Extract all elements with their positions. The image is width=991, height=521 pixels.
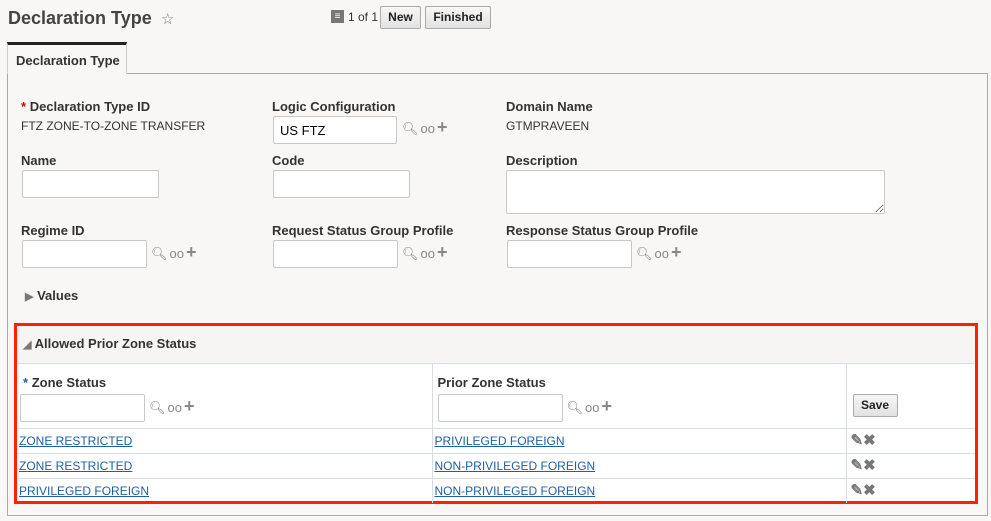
- delete-x-icon[interactable]: ✖: [863, 482, 876, 499]
- table-row: PRIVILEGED FOREIGN NON-PRIVILEGED FOREIG…: [17, 478, 975, 503]
- table-row: ZONE RESTRICTED NON-PRIVILEGED FOREIGN ✎…: [17, 453, 975, 479]
- code-input[interactable]: [273, 170, 410, 198]
- search-icon[interactable]: 🔍︎: [402, 121, 419, 137]
- add-icon[interactable]: +: [601, 397, 612, 415]
- response-status-actions: 🔍︎ oo +: [636, 243, 684, 262]
- prior-zone-status-header: Prior Zone Status: [437, 375, 546, 390]
- logic-configuration-label: Logic Configuration: [272, 99, 396, 114]
- domain-name-value: GTMPRAVEEN: [506, 119, 590, 133]
- view-glasses-icon[interactable]: oo: [585, 400, 599, 415]
- section-header[interactable]: ◢ Allowed Prior Zone Status: [17, 326, 975, 364]
- name-label: Name: [21, 153, 57, 168]
- delete-x-icon[interactable]: ✖: [863, 432, 876, 449]
- zone-status-input[interactable]: [20, 394, 145, 422]
- prior-zone-status-link[interactable]: NON-PRIVILEGED FOREIGN: [435, 484, 596, 498]
- declaration-type-id-value: FTZ ZONE-TO-ZONE TRANSFER: [21, 119, 206, 133]
- add-icon[interactable]: +: [186, 243, 197, 261]
- record-list-icon[interactable]: ≡: [331, 10, 344, 23]
- search-icon[interactable]: 🔍︎: [402, 246, 419, 262]
- record-pager: 1 of 1: [348, 10, 379, 24]
- zone-status-header: * Zone Status: [23, 375, 107, 390]
- new-button[interactable]: New: [380, 6, 421, 29]
- table-header-row: * Zone Status 🔍︎ oo + Prior Zone Status 🔍︎…: [17, 364, 975, 429]
- search-icon[interactable]: 🔍︎: [151, 246, 168, 262]
- description-textarea[interactable]: [506, 170, 885, 214]
- view-glasses-icon[interactable]: oo: [655, 246, 669, 261]
- save-button[interactable]: Save: [852, 394, 898, 417]
- page-title: Declaration Type: [8, 8, 152, 28]
- response-status-label: Response Status Group Profile: [506, 223, 699, 238]
- zone-status-link[interactable]: PRIVILEGED FOREIGN: [19, 484, 149, 498]
- expand-triangle-icon: ▶: [25, 291, 34, 303]
- domain-name-label: Domain Name: [506, 99, 593, 114]
- add-icon[interactable]: +: [671, 243, 682, 261]
- prior-zone-status-link[interactable]: NON-PRIVILEGED FOREIGN: [435, 459, 596, 473]
- values-section-toggle[interactable]: ▶ Values: [25, 288, 78, 303]
- section-title: Allowed Prior Zone Status: [34, 336, 197, 351]
- collapse-triangle-icon: ◢: [23, 339, 32, 351]
- prior-zone-status-link[interactable]: PRIVILEGED FOREIGN: [435, 434, 565, 448]
- search-icon[interactable]: 🔍︎: [567, 400, 584, 416]
- add-icon[interactable]: +: [437, 118, 448, 136]
- table-row: ZONE RESTRICTED PRIVILEGED FOREIGN ✎✖: [17, 428, 975, 454]
- regime-id-label: Regime ID: [21, 223, 85, 238]
- request-status-actions: 🔍︎ oo +: [402, 243, 450, 262]
- add-icon[interactable]: +: [437, 243, 448, 261]
- favorite-star-icon[interactable]: ☆: [161, 10, 174, 28]
- zone-status-link[interactable]: ZONE RESTRICTED: [19, 434, 132, 448]
- regime-id-input[interactable]: [22, 240, 147, 268]
- zone-status-link[interactable]: ZONE RESTRICTED: [19, 459, 132, 473]
- code-label: Code: [272, 153, 305, 168]
- delete-x-icon[interactable]: ✖: [863, 457, 876, 474]
- allowed-prior-zone-table: * Zone Status 🔍︎ oo + Prior Zone Status 🔍︎…: [17, 364, 975, 503]
- view-glasses-icon[interactable]: oo: [421, 246, 435, 261]
- request-status-input[interactable]: [273, 240, 398, 268]
- logic-configuration-actions: 🔍︎ oo +: [402, 118, 450, 137]
- name-input[interactable]: [22, 170, 159, 198]
- view-glasses-icon[interactable]: oo: [168, 400, 182, 415]
- description-label: Description: [506, 153, 578, 168]
- add-icon[interactable]: +: [184, 397, 195, 415]
- search-icon[interactable]: 🔍︎: [636, 246, 653, 262]
- edit-pencil-icon[interactable]: ✎: [851, 432, 864, 449]
- response-status-input[interactable]: [507, 240, 632, 268]
- edit-pencil-icon[interactable]: ✎: [851, 457, 864, 474]
- search-icon[interactable]: 🔍︎: [149, 400, 166, 416]
- allowed-prior-zone-status-section: ◢ Allowed Prior Zone Status * Zone Statu…: [14, 323, 978, 504]
- edit-pencil-icon[interactable]: ✎: [851, 482, 864, 499]
- view-glasses-icon[interactable]: oo: [421, 121, 435, 136]
- declaration-type-id-label: * Declaration Type ID: [21, 99, 151, 114]
- request-status-label: Request Status Group Profile: [272, 223, 454, 238]
- finished-button[interactable]: Finished: [425, 6, 491, 29]
- regime-id-actions: 🔍︎ oo +: [151, 243, 199, 262]
- view-glasses-icon[interactable]: oo: [170, 246, 184, 261]
- tab-declaration-type[interactable]: Declaration Type: [7, 42, 127, 74]
- logic-configuration-input[interactable]: [273, 116, 397, 144]
- prior-zone-status-input[interactable]: [437, 394, 563, 422]
